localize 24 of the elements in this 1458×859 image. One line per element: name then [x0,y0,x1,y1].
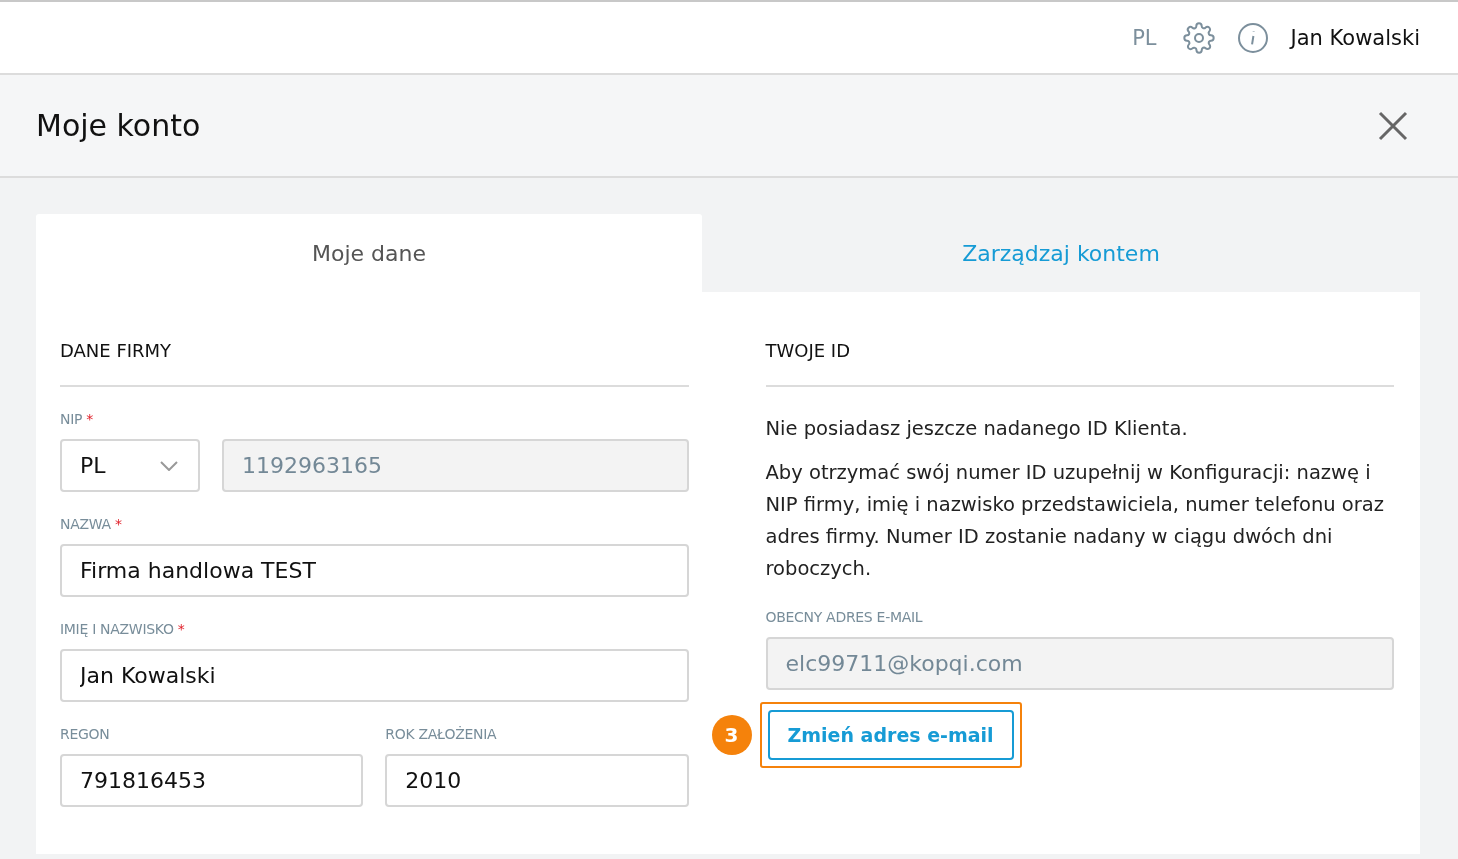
text-field[interactable]: 791816453 [60,754,364,807]
user-name[interactable]: Jan Kowalski [1290,25,1420,50]
section-heading: TWOJE ID [765,340,1394,387]
text-field[interactable]: 2010 [385,754,689,807]
field-label: NIP [60,411,83,427]
section-heading: DANE FIRMY [60,340,689,387]
tab[interactable]: Moje dane [36,214,702,292]
dialog-title: Moje konto [36,108,201,143]
info-paragraph: Nie posiadasz jeszcze nadanego ID Klienta. [765,416,1189,442]
chevron-down-icon [160,460,178,471]
required-mark: * [113,516,122,532]
field-label: ROK ZAŁOŻENIA [385,726,497,742]
step-badge: 3 [711,715,752,755]
text-field[interactable]: Firma handlowa TEST [60,544,689,597]
field-label: REGON [60,726,110,742]
field-label: NAZWA [60,516,111,532]
info-icon[interactable] [1236,21,1269,54]
close-button[interactable] [1378,110,1408,141]
info-paragraph: Aby otrzymać swój numer ID uzupełnij w Konfiguracji: nazwę i NIP firmy, imię i nazwisko przedstawiciela, numer telefonu oraz adres firmy. Numer ID zostanie nadany w ciągu dwóch dni roboczych. [765,460,1385,582]
required-mark: * [176,621,185,637]
required-mark: * [85,411,93,427]
settings-icon[interactable] [1182,21,1215,54]
field-label: OBECNY ADRES E-MAIL [765,609,923,625]
field-label: IMIĘ I NAZWISKO [60,621,174,637]
